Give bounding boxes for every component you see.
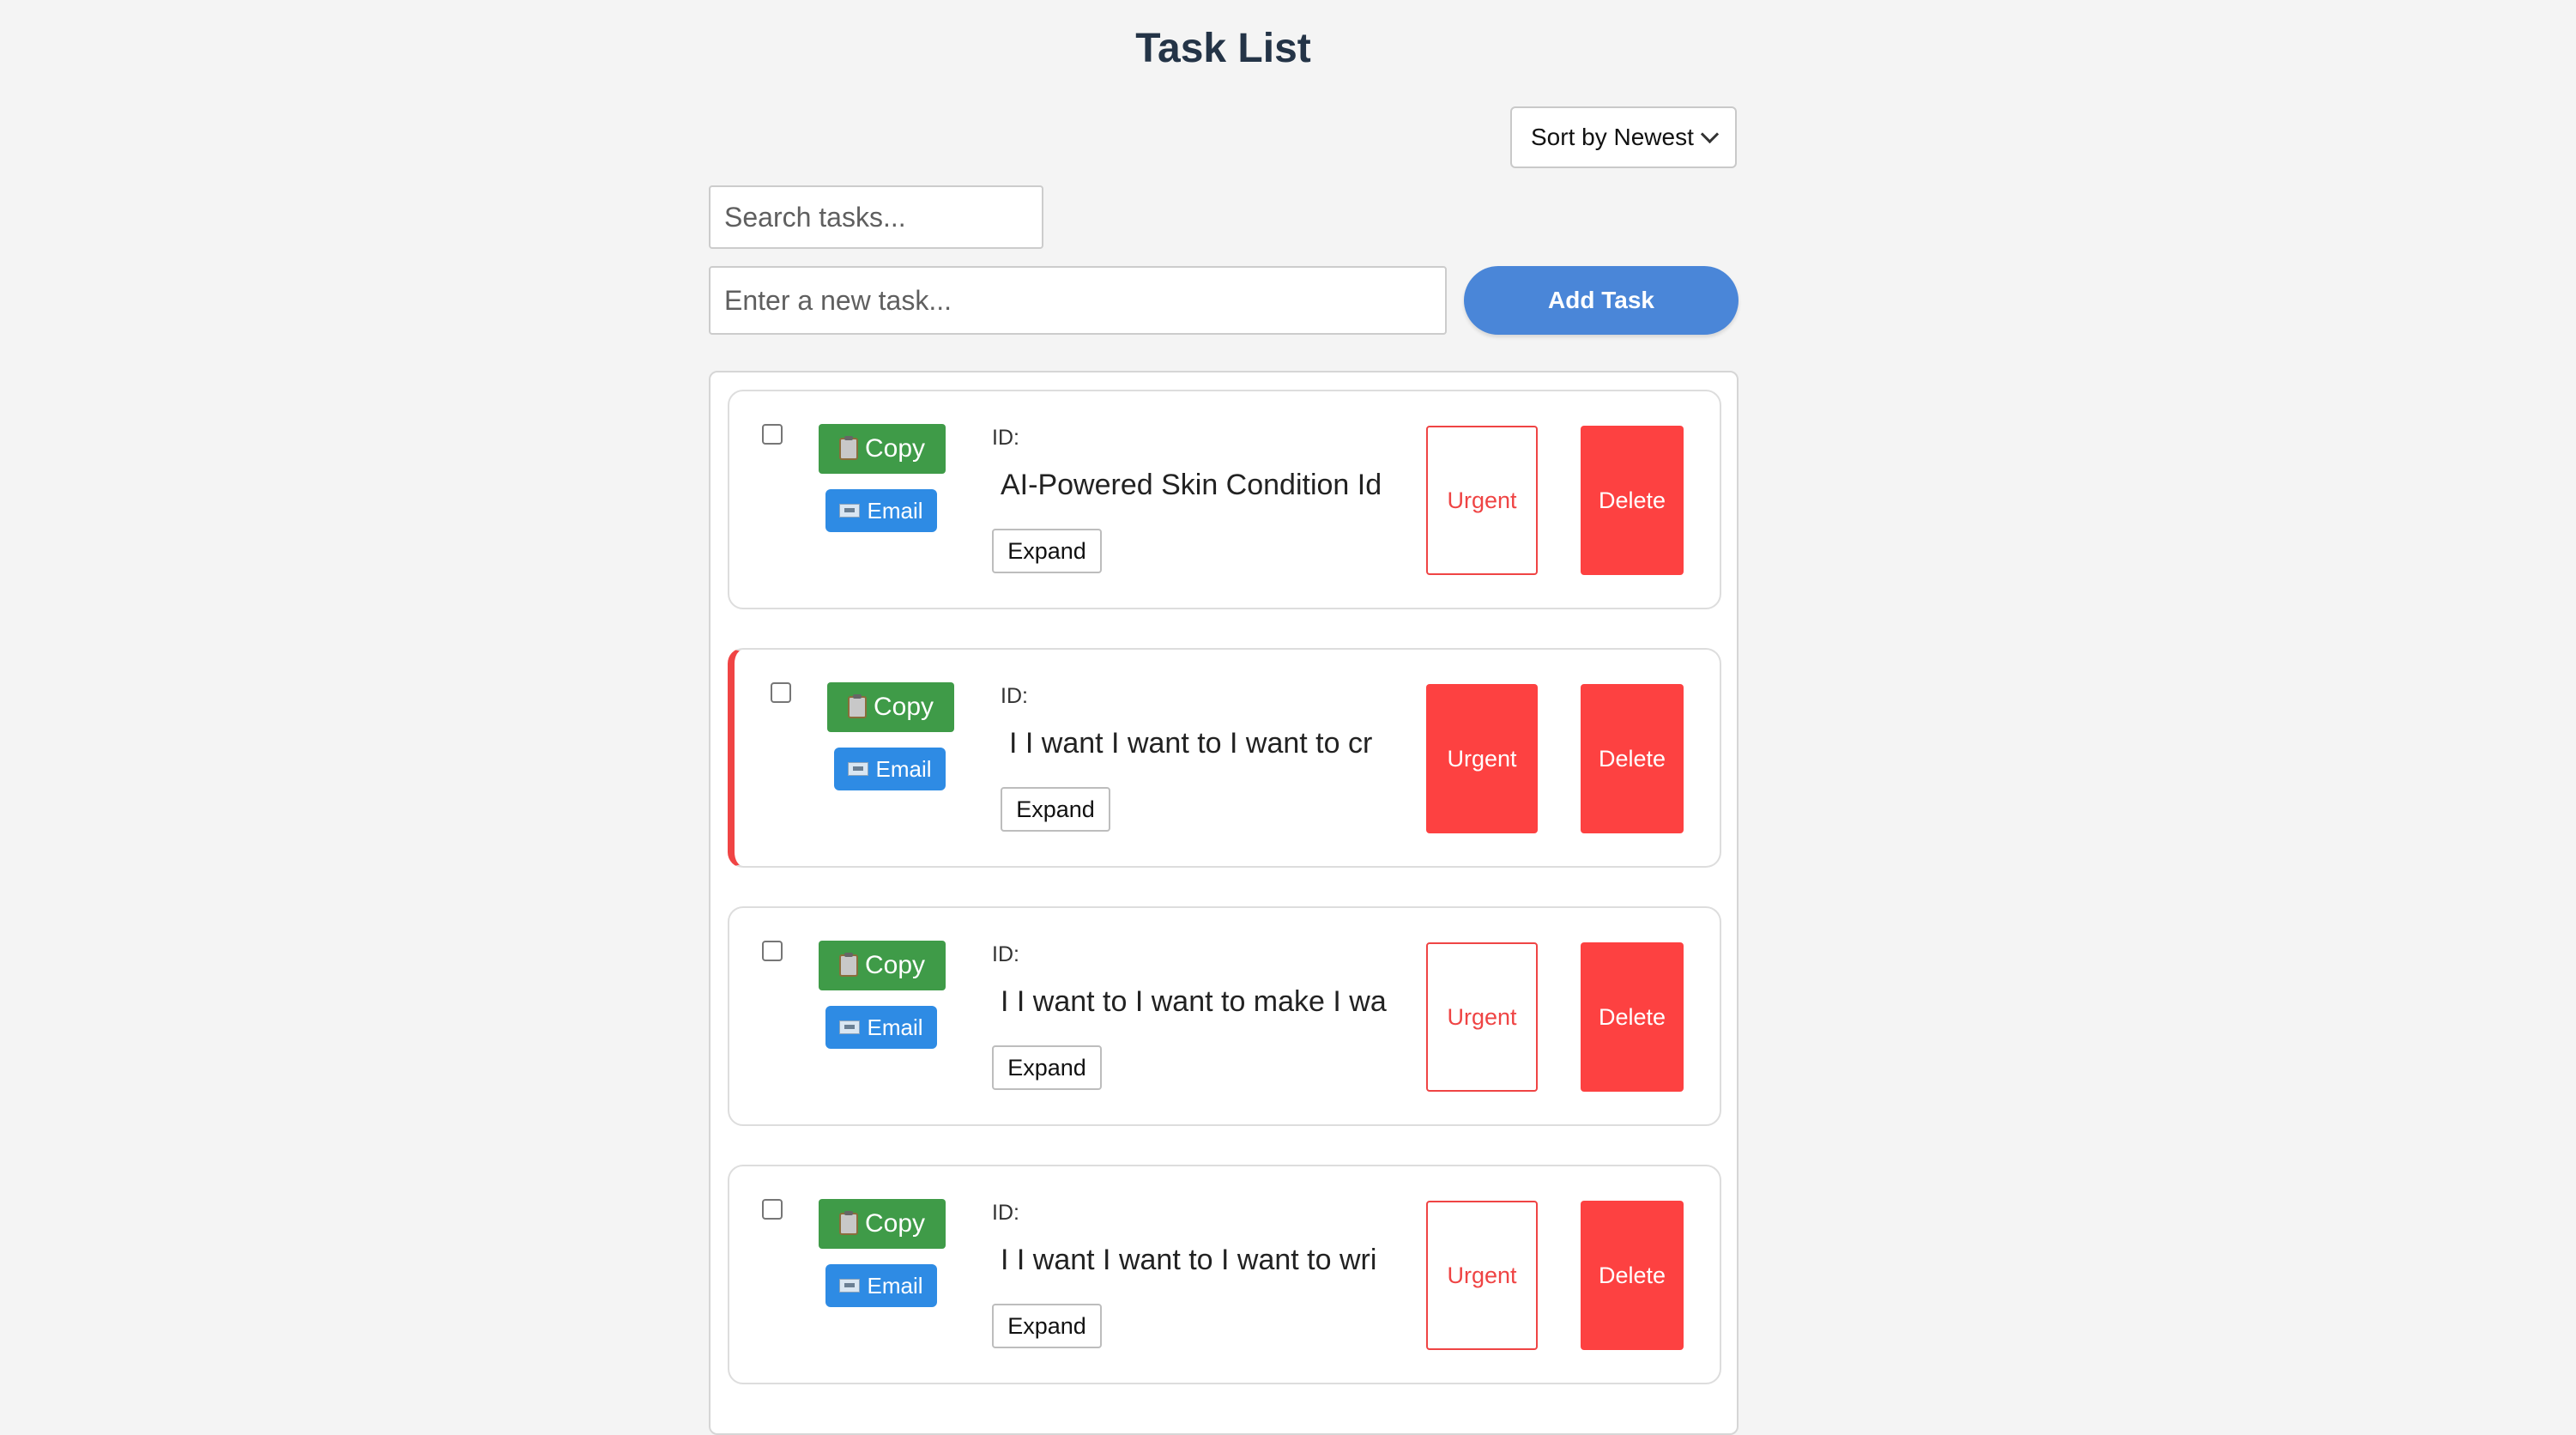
task-list: Copy Email ID: AI-Powered Skin Condition… — [709, 371, 1738, 1435]
delete-button[interactable]: Delete — [1581, 1201, 1684, 1350]
task-card: Copy Email ID: I I want to I want to mak… — [728, 906, 1721, 1126]
copy-button[interactable]: Copy — [819, 1199, 946, 1249]
email-button[interactable]: Email — [825, 489, 937, 532]
urgent-button[interactable]: Urgent — [1426, 942, 1538, 1092]
clipboard-icon — [838, 1211, 858, 1235]
delete-button[interactable]: Delete — [1581, 426, 1684, 575]
delete-button[interactable]: Delete — [1581, 684, 1684, 833]
copy-label: Copy — [873, 693, 934, 721]
delete-button[interactable]: Delete — [1581, 942, 1684, 1092]
copy-label: Copy — [864, 434, 926, 463]
task-id-label: ID: — [992, 426, 1019, 450]
urgent-button[interactable]: Urgent — [1426, 1201, 1538, 1350]
task-text: I I want I want to I want to wri — [1001, 1244, 1377, 1276]
task-card: Copy Email ID: AI-Powered Skin Condition… — [728, 390, 1721, 609]
task-checkbox[interactable] — [762, 1199, 783, 1220]
task-checkbox[interactable] — [771, 682, 791, 703]
new-task-input[interactable] — [709, 266, 1447, 335]
email-label: Email — [875, 755, 932, 782]
copy-label: Copy — [864, 951, 926, 979]
task-id-label: ID: — [992, 942, 1019, 966]
search-input[interactable] — [709, 185, 1043, 249]
email-button[interactable]: Email — [834, 748, 946, 790]
chevron-down-icon — [1700, 124, 1720, 143]
task-text: AI-Powered Skin Condition Id — [1001, 469, 1382, 501]
task-text: I I want I want to I want to cr — [1009, 727, 1373, 760]
page-title: Task List — [1135, 26, 1311, 71]
sort-select[interactable]: Sort by Newest — [1510, 106, 1737, 168]
expand-button[interactable]: Expand — [992, 529, 1102, 573]
task-checkbox[interactable] — [762, 424, 783, 445]
expand-button[interactable]: Expand — [992, 1045, 1102, 1090]
urgent-button[interactable]: Urgent — [1426, 684, 1538, 833]
clipboard-icon — [838, 436, 858, 460]
email-label: Email — [867, 1014, 923, 1040]
task-text: I I want to I want to make I wa — [1001, 985, 1387, 1018]
envelope-icon — [839, 504, 861, 518]
expand-button[interactable]: Expand — [1001, 787, 1110, 832]
task-card: Copy Email ID: I I want I want to I want… — [728, 1165, 1721, 1384]
envelope-icon — [848, 762, 869, 776]
add-task-button[interactable]: Add Task — [1464, 266, 1738, 335]
urgent-button[interactable]: Urgent — [1426, 426, 1538, 575]
email-button[interactable]: Email — [825, 1264, 937, 1307]
task-id-label: ID: — [992, 1201, 1019, 1225]
clipboard-icon — [847, 694, 867, 718]
clipboard-icon — [838, 953, 858, 977]
email-label: Email — [867, 497, 923, 524]
copy-button[interactable]: Copy — [819, 941, 946, 990]
envelope-icon — [839, 1020, 861, 1034]
task-card-urgent: Copy Email ID: I I want I want to I want… — [728, 648, 1721, 868]
copy-button[interactable]: Copy — [819, 424, 946, 474]
sort-selected-value: Sort by Newest — [1531, 124, 1694, 150]
copy-button[interactable]: Copy — [827, 682, 954, 732]
task-id-label: ID: — [1001, 684, 1028, 708]
task-checkbox[interactable] — [762, 941, 783, 961]
expand-button[interactable]: Expand — [992, 1304, 1102, 1348]
email-label: Email — [867, 1272, 923, 1299]
envelope-icon — [839, 1279, 861, 1293]
email-button[interactable]: Email — [825, 1006, 937, 1049]
copy-label: Copy — [864, 1209, 926, 1238]
